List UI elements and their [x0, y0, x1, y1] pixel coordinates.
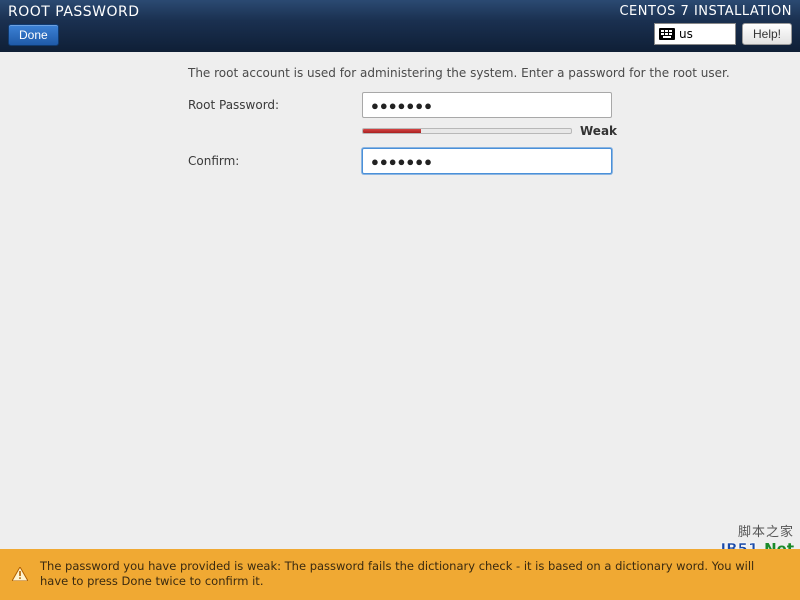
warning-text: The password you have provided is weak: …: [40, 559, 754, 589]
root-password-input[interactable]: [362, 92, 612, 118]
confirm-password-label: Confirm:: [188, 154, 362, 168]
password-strength-fill: [363, 129, 421, 133]
password-strength-row: Weak: [362, 124, 780, 138]
confirm-password-row: Confirm:: [188, 148, 780, 174]
keyboard-icon: [659, 28, 675, 40]
header-bar: ROOT PASSWORD Done CENTOS 7 INSTALLATION…: [0, 0, 800, 52]
password-strength-meter: [362, 128, 572, 134]
page-title: ROOT PASSWORD: [8, 4, 140, 20]
root-password-row: Root Password:: [188, 92, 780, 118]
root-password-label: Root Password:: [188, 98, 362, 112]
header-right: CENTOS 7 INSTALLATION us Help!: [619, 4, 792, 46]
help-button[interactable]: Help!: [742, 23, 792, 45]
warning-bar: The password you have provided is weak: …: [0, 549, 800, 600]
done-button[interactable]: Done: [8, 24, 59, 46]
keyboard-layout-label: us: [679, 27, 693, 41]
header-controls: us Help!: [654, 23, 792, 45]
password-strength-label: Weak: [580, 124, 617, 138]
main-content: The root account is used for administeri…: [0, 52, 800, 549]
confirm-password-input[interactable]: [362, 148, 612, 174]
header-left: ROOT PASSWORD Done: [8, 4, 140, 46]
installer-title: CENTOS 7 INSTALLATION: [619, 4, 792, 19]
description-text: The root account is used for administeri…: [188, 66, 780, 80]
warning-icon: [12, 567, 28, 581]
keyboard-layout-selector[interactable]: us: [654, 23, 736, 45]
